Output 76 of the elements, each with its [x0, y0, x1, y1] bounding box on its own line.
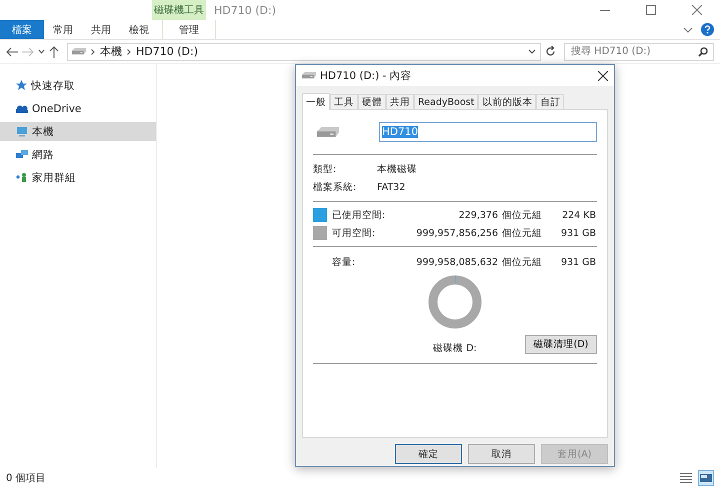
ribbon-tab[interactable]: 檢視	[120, 20, 158, 39]
dialog-tab[interactable]: 以前的版本	[478, 94, 536, 109]
dialog-tab[interactable]: 自訂	[536, 94, 564, 109]
contextual-group-label: 磁碟機工具	[152, 0, 206, 20]
refresh-icon[interactable]	[545, 46, 556, 57]
dialog-button[interactable]: 確定	[395, 444, 462, 464]
window-title: HD710 (D:)	[214, 4, 277, 16]
property-value: FAT32	[377, 182, 406, 192]
property-label: 檔案系統:	[313, 180, 358, 194]
help-icon[interactable]	[701, 23, 714, 36]
maximize-icon[interactable]	[646, 5, 656, 15]
ribbon-tab[interactable]: 檔案	[0, 20, 44, 39]
nav-item[interactable]: 快速存取	[0, 76, 156, 95]
size-value: 931 GB	[560, 256, 596, 268]
back-icon[interactable]	[6, 46, 18, 56]
nav-item[interactable]: 家用群組	[0, 168, 156, 187]
nav-label: OneDrive	[32, 102, 82, 114]
byte-count: 999,958,085,632	[415, 256, 498, 268]
disk-cleanup-button[interactable]: 磁碟清理(D)	[525, 334, 597, 354]
chevron-right-icon[interactable]	[127, 48, 131, 54]
nav-label: 本機	[32, 124, 54, 138]
nav-item[interactable]: 本機	[0, 122, 156, 141]
chevron-right-icon[interactable]	[91, 48, 95, 54]
close-icon[interactable]	[598, 70, 608, 80]
ribbon-tab[interactable]: 常用	[44, 20, 82, 39]
dialog-tab[interactable]: 工具	[330, 94, 358, 109]
recent-locations-icon[interactable]	[38, 49, 45, 54]
dropdown-icon[interactable]	[528, 49, 536, 54]
search-icon	[698, 46, 708, 56]
nav-item[interactable]: OneDrive	[0, 99, 156, 118]
dialog-button[interactable]: 取消	[468, 444, 535, 464]
byte-unit: 個位元組	[502, 256, 543, 268]
space-label: 已使用空間:	[332, 208, 386, 222]
usage-donut	[428, 275, 482, 329]
homegroup-icon	[16, 172, 28, 183]
property-label: 類型:	[313, 162, 338, 176]
drive-icon	[72, 48, 86, 55]
drive-label: 磁碟機 D:	[433, 342, 477, 355]
dialog-title: HD710 (D:) - 內容	[320, 68, 413, 82]
ribbon-tab[interactable]: 管理	[162, 20, 216, 39]
chevron-down-icon[interactable]	[683, 26, 693, 32]
name-value: HD710	[382, 126, 418, 138]
property-value: 本機磁碟	[377, 162, 417, 176]
network-icon	[16, 149, 28, 160]
search-field[interactable]: 搜尋 HD710 (D:)	[564, 42, 714, 60]
breadcrumb[interactable]: HD710 (D:)	[136, 45, 198, 58]
space-label: 容量:	[332, 256, 356, 268]
breadcrumb[interactable]: 本機	[100, 44, 122, 59]
dialog-tab[interactable]: 共用	[386, 94, 414, 109]
size-value: 931 GB	[560, 228, 596, 238]
space-label: 可用空間:	[332, 226, 376, 240]
view-button[interactable]	[678, 470, 694, 486]
size-value: 224 KB	[561, 210, 596, 220]
byte-count: 229,376	[458, 210, 498, 220]
drive-icon	[302, 72, 316, 79]
details-view-icon	[680, 472, 692, 484]
nav-label: 網路	[32, 148, 54, 162]
computer-icon	[16, 126, 28, 137]
cloud-icon	[16, 104, 28, 112]
ribbon-tab[interactable]: 共用	[82, 20, 120, 39]
byte-unit: 個位元組	[502, 226, 543, 240]
dialog-tab[interactable]: ReadyBoost	[414, 94, 478, 109]
view-button[interactable]	[698, 470, 714, 486]
address-bar[interactable]: 本機 HD710 (D:)	[67, 42, 541, 60]
nav-label: 快速存取	[31, 78, 75, 92]
star-icon	[16, 80, 27, 91]
dialog-tab[interactable]: 硬體	[358, 94, 386, 109]
nav-item[interactable]: 網路	[0, 145, 156, 164]
dialog-tab[interactable]: 一般	[302, 93, 330, 110]
up-icon[interactable]	[49, 46, 59, 58]
byte-count: 999,957,856,256	[415, 228, 498, 238]
item-count: 0 個項目	[6, 472, 46, 485]
tiles-view-icon	[700, 473, 712, 483]
byte-unit: 個位元組	[502, 208, 543, 222]
nav-label: 家用群組	[32, 170, 76, 184]
drive-icon	[317, 127, 339, 137]
